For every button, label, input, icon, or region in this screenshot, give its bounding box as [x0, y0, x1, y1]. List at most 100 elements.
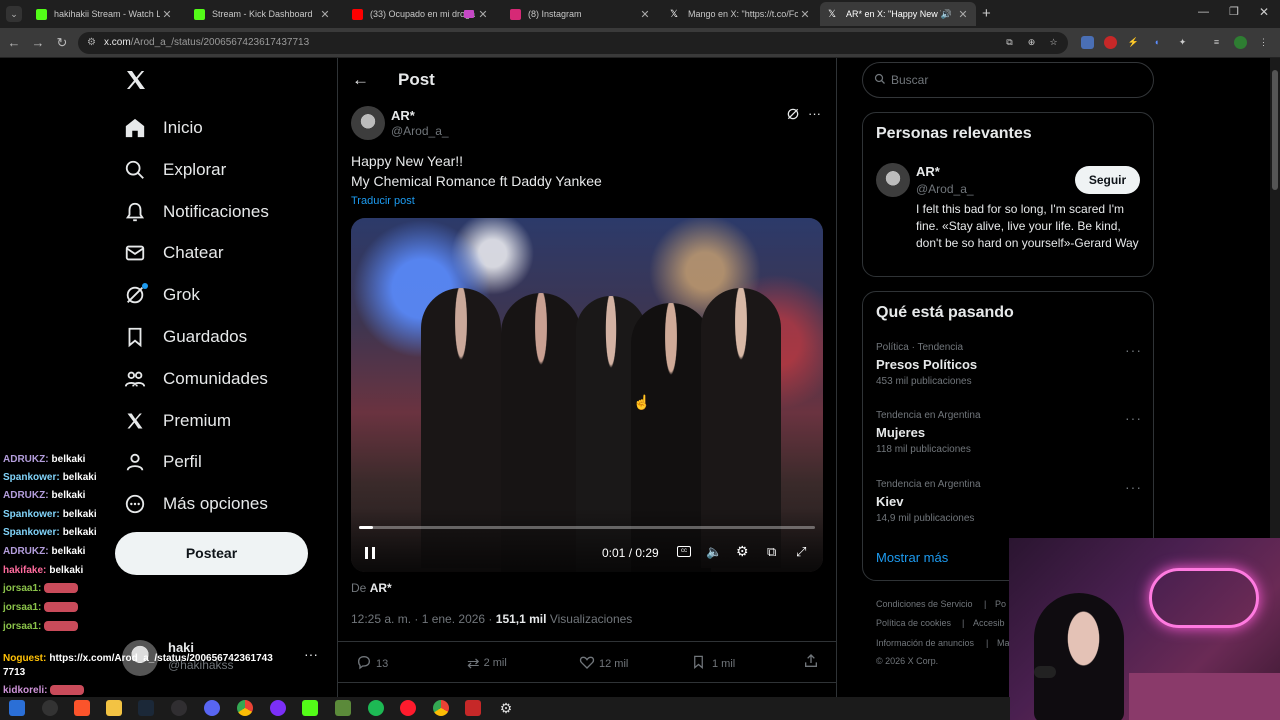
bookmark-button[interactable]: 1 mil	[691, 654, 735, 673]
obs-icon[interactable]	[171, 700, 187, 716]
chat-username[interactable]: Spankower:	[3, 527, 60, 538]
close-icon[interactable]: ✕	[318, 8, 332, 21]
nav-item-mas-opciones[interactable]: Más opciones	[122, 486, 268, 522]
grok-icon[interactable]	[786, 107, 802, 123]
browser-tab-active[interactable]: 𝕏 AR* en X: "Happy New Year 🔊 ✕	[820, 2, 976, 26]
chat-username[interactable]: Spankower:	[3, 509, 60, 520]
more-icon[interactable]: ···	[1125, 479, 1142, 495]
chat-username[interactable]: hakifake:	[3, 565, 46, 576]
captions-icon[interactable]: cc	[677, 546, 691, 557]
minimize-icon[interactable]: —	[1198, 6, 1209, 18]
more-icon[interactable]: ···	[304, 646, 318, 662]
browser-tab[interactable]: (8) Instagram ✕	[502, 2, 658, 26]
menu-icon[interactable]: ⋮	[1257, 36, 1270, 49]
extension-icon[interactable]	[1081, 36, 1094, 49]
nav-item-comunidades[interactable]: Comunidades	[122, 361, 268, 397]
search-input[interactable]: Buscar	[862, 62, 1154, 98]
chat-username[interactable]: ADRUKZ:	[3, 454, 49, 465]
chat-username[interactable]: Noguest:	[3, 653, 46, 664]
app-icon[interactable]	[465, 700, 481, 716]
spotify-icon[interactable]	[368, 700, 384, 716]
chrome-icon[interactable]	[433, 700, 449, 716]
extension-icon[interactable]: ⚡	[1127, 36, 1140, 49]
chat-username[interactable]: kidkoreli:	[3, 685, 47, 696]
chat-username[interactable]: jorsaa1:	[3, 602, 41, 613]
close-icon[interactable]: ✕	[476, 8, 490, 21]
from-attribution[interactable]: De AR*	[351, 581, 392, 595]
browser-tab[interactable]: Stream - Kick Dashboard ✕	[186, 2, 338, 26]
nav-item-notificaciones[interactable]: Notificaciones	[122, 194, 269, 230]
chat-username[interactable]: jorsaa1:	[3, 621, 41, 632]
back-arrow-icon[interactable]: ←	[6, 35, 22, 50]
close-icon[interactable]: ✕	[160, 8, 174, 21]
repost-button[interactable]: ⇄ 2 mil	[467, 654, 507, 672]
share-icon[interactable]	[803, 653, 819, 674]
folder-icon[interactable]	[106, 700, 122, 716]
nav-item-explorar[interactable]: Explorar	[122, 152, 226, 188]
nav-item-grok[interactable]: Grok	[122, 277, 200, 313]
author-avatar[interactable]	[351, 106, 385, 140]
reload-icon[interactable]: ↻	[54, 35, 70, 51]
footer-link[interactable]: Accesib	[973, 618, 1005, 628]
steam-icon[interactable]	[138, 700, 154, 716]
search-icon[interactable]	[42, 700, 58, 716]
close-icon[interactable]: ✕	[798, 8, 812, 21]
translate-link[interactable]: Traducir post	[351, 195, 415, 207]
follow-button[interactable]: Seguir	[1075, 166, 1140, 194]
chat-username[interactable]: Spankower:	[3, 472, 60, 483]
author-handle[interactable]: @Arod_a_	[391, 124, 449, 138]
minecraft-icon[interactable]	[335, 700, 351, 716]
extension-icon[interactable]: ◖	[1150, 36, 1163, 49]
nav-item-perfil[interactable]: Perfil	[122, 444, 202, 480]
browser-tab[interactable]: (33) Ocupado en mi droga ✕	[344, 2, 496, 26]
scrollbar-thumb[interactable]	[1272, 70, 1278, 190]
zoom-icon[interactable]: ⊕	[1025, 36, 1038, 49]
settings-icon[interactable]: ⚙	[498, 700, 514, 716]
nav-item-guardados[interactable]: Guardados	[122, 319, 247, 355]
opera-icon[interactable]	[400, 700, 416, 716]
nav-item-chatear[interactable]: Chatear	[122, 235, 223, 271]
settings-icon[interactable]: ⚙	[736, 543, 749, 560]
start-icon[interactable]	[9, 700, 25, 716]
trend-item[interactable]: Tendencia en Argentina Kiev 14,9 mil pub…	[876, 479, 1141, 531]
chat-username[interactable]: ADRUKZ:	[3, 546, 49, 557]
footer-link[interactable]: Ma	[997, 638, 1010, 648]
x-logo-icon[interactable]	[124, 68, 150, 94]
app-icon[interactable]	[270, 700, 286, 716]
footer-link[interactable]: Condiciones de Servicio	[876, 599, 973, 609]
extension-icon[interactable]	[1104, 36, 1117, 49]
new-tab-button[interactable]: +	[982, 5, 991, 22]
site-info-icon[interactable]: ⚙	[87, 32, 96, 54]
reply-button[interactable]: 13	[356, 654, 388, 673]
more-icon[interactable]: ···	[1125, 342, 1142, 358]
chrome-icon[interactable]	[237, 700, 253, 716]
forward-arrow-icon[interactable]: →	[30, 35, 46, 50]
pause-icon[interactable]	[363, 546, 377, 560]
nav-item-inicio[interactable]: Inicio	[122, 110, 203, 146]
tab-search-button[interactable]: ⌄	[6, 6, 22, 22]
chat-username[interactable]: jorsaa1:	[3, 583, 41, 594]
pip-icon[interactable]: ⧉	[767, 544, 776, 560]
maximize-icon[interactable]: ❐	[1229, 5, 1239, 18]
media-icon[interactable]: ≡	[1210, 36, 1223, 49]
footer-link[interactable]: Po	[995, 599, 1006, 609]
person-handle[interactable]: @Arod_a_	[916, 182, 974, 196]
window-close-icon[interactable]: ✕	[1259, 5, 1269, 19]
footer-link[interactable]: Política de cookies	[876, 618, 951, 628]
video-progress-track[interactable]	[359, 526, 815, 529]
fullscreen-icon[interactable]: ⤢	[796, 544, 806, 560]
footer-link[interactable]: Información de anuncios	[876, 638, 974, 648]
post-button[interactable]: Postear	[115, 532, 308, 575]
chat-username[interactable]: ADRUKZ:	[3, 490, 49, 501]
kick-icon[interactable]	[302, 700, 318, 716]
like-button[interactable]: 12 mil	[579, 654, 628, 673]
back-arrow-icon[interactable]: ←	[352, 70, 369, 90]
nav-item-premium[interactable]: Premium	[122, 403, 231, 439]
person-name[interactable]: AR*	[916, 164, 940, 179]
show-more-link[interactable]: Mostrar más	[876, 550, 948, 565]
author-name[interactable]: AR*	[391, 108, 415, 123]
volume-icon[interactable]: 🔈	[706, 544, 722, 560]
browser-tab[interactable]: 𝕏 Mango en X: "https://t.co/FoW ✕	[662, 2, 818, 26]
browser-tab[interactable]: hakihakii Stream - Watch Live o ✕	[28, 2, 180, 26]
video-player[interactable]: ☝ 0:01 / 0:29 cc 🔈 ⚙ ⧉ ⤢	[351, 218, 823, 572]
